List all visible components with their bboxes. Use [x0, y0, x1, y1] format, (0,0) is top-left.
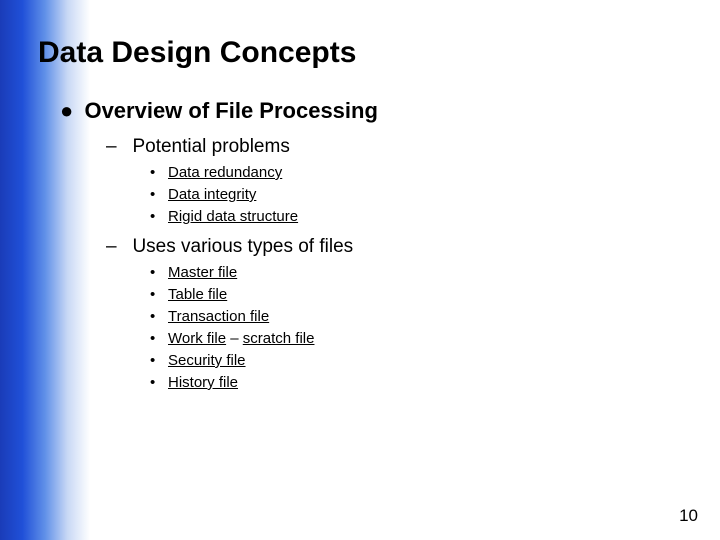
level3-label: Master file [168, 264, 237, 281]
level2-item: – Potential problems [106, 136, 700, 158]
level1-label: Overview of File Processing [84, 98, 377, 124]
level3-item: •Rigid data structure [150, 208, 700, 226]
level3-item: •Data integrity [150, 186, 700, 204]
level3-label: Rigid data structure [168, 208, 298, 225]
level3-label: Security file [168, 352, 246, 369]
level3-item: •Transaction file [150, 308, 700, 326]
bullet-dash-icon: – [106, 236, 128, 258]
bullet-dot-icon: • [150, 186, 168, 203]
bullet-dot-icon: • [150, 352, 168, 369]
level3-item: •Data redundancy [150, 164, 700, 182]
slide-content: Data Design Concepts ● Overview of File … [38, 36, 700, 392]
bullet-dot-icon: • [150, 374, 168, 391]
level2-item: – Uses various types of files [106, 236, 700, 258]
bullet-dash-icon: – [106, 136, 128, 158]
level3-item: •Master file [150, 264, 700, 282]
level1-item: ● Overview of File Processing [60, 98, 700, 124]
bullet-dot-icon: • [150, 286, 168, 303]
level3-label: Data redundancy [168, 164, 282, 181]
level3-label: History file [168, 374, 238, 391]
level3-label: Work file – scratch file [168, 330, 314, 347]
bullet-dot-icon: • [150, 164, 168, 181]
level3-label: Transaction file [168, 308, 269, 325]
bullet-disc-icon: ● [60, 98, 80, 124]
page-number: 10 [679, 506, 698, 526]
slide-title: Data Design Concepts [38, 36, 700, 70]
level2-label: Uses various types of files [132, 236, 353, 258]
level3-item: •Security file [150, 352, 700, 370]
bullet-dot-icon: • [150, 330, 168, 347]
level3-item: •History file [150, 374, 700, 392]
bullet-dot-icon: • [150, 264, 168, 281]
level3-label: Data integrity [168, 186, 256, 203]
level3-item: •Table file [150, 286, 700, 304]
level3-label: Table file [168, 286, 227, 303]
bullet-dot-icon: • [150, 308, 168, 325]
level3-item: •Work file – scratch file [150, 330, 700, 348]
bullet-dot-icon: • [150, 208, 168, 225]
level2-label: Potential problems [132, 136, 289, 158]
